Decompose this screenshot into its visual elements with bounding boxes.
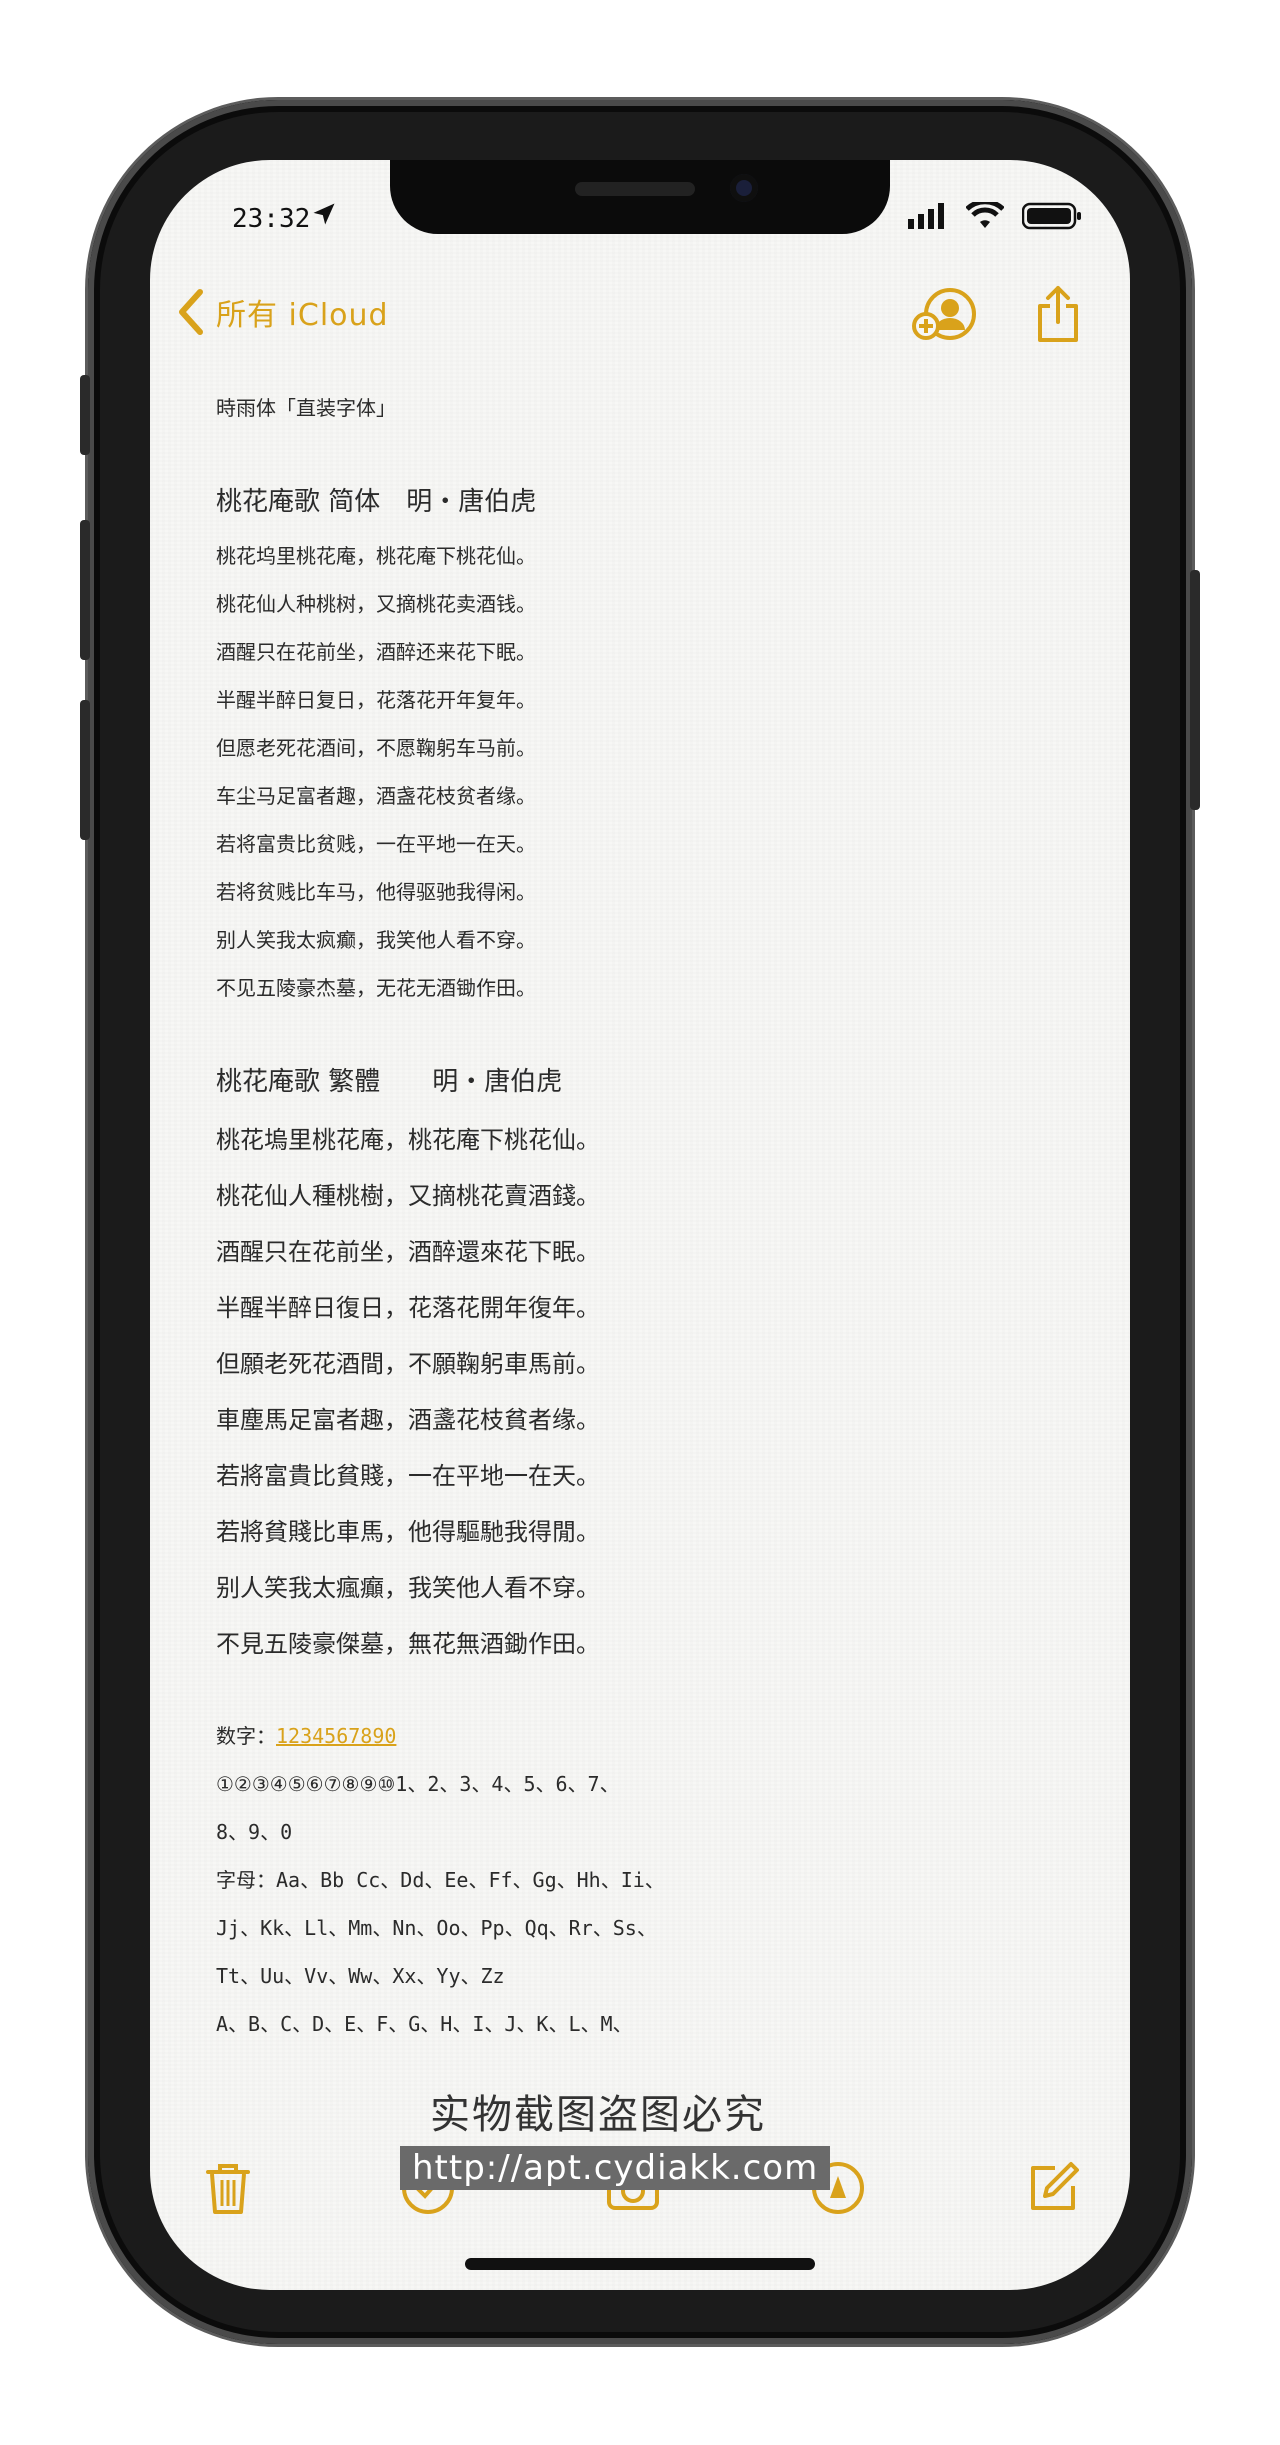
side-button-volume-up xyxy=(80,520,90,660)
digits-line-continued: 8、9、0 xyxy=(216,1820,293,1844)
side-button-mute xyxy=(80,375,90,455)
speaker xyxy=(575,182,695,196)
watermark-url: http://apt.cydiakk.com xyxy=(400,2146,831,2190)
simplified-poem: 桃花坞里桃花庵，桃花庵下桃花仙。 桃花仙人种桃树，又摘桃花卖酒钱。 酒醒只在花前… xyxy=(216,532,1076,1012)
letters-line: A、B、C、D、E、F、G、H、I、J、K、L、M、 xyxy=(216,2012,633,2036)
digits-link[interactable]: 1234567890 xyxy=(276,1724,396,1748)
poem-line: 桃花坞里桃花庵，桃花庵下桃花仙。 xyxy=(216,544,536,568)
location-arrow-icon xyxy=(313,203,335,225)
traditional-poem: 桃花塢里桃花庵，桃花庵下桃花仙。 桃花仙人種桃樹，又摘桃花賣酒錢。 酒醒只在花前… xyxy=(216,1112,1076,1672)
side-button-volume-down xyxy=(80,700,90,840)
poem-line: 車塵馬足富者趣，酒盞花枝貧者缘。 xyxy=(216,1406,600,1434)
letters-line: Tt、Uu、Vv、Ww、Xx、Yy、Zz xyxy=(216,1964,505,1988)
trash-icon[interactable] xyxy=(200,2160,256,2216)
note-body[interactable]: 時雨体「直装字体」 桃花庵歌 简体 明・唐伯虎 桃花坞里桃花庵，桃花庵下桃花仙。… xyxy=(216,384,1076,2048)
font-name-line: 時雨体「直装字体」 xyxy=(216,396,396,420)
poem-line: 不见五陵豪杰墓，无花无酒锄作田。 xyxy=(216,976,536,1000)
poem-line: 酒醒只在花前坐，酒醉還來花下眠。 xyxy=(216,1238,600,1266)
compose-icon[interactable] xyxy=(1025,2160,1081,2216)
screen: 23:32 所有 iCloud 時雨体「直装字体」 桃花庵歌 简体 明・唐伯虎 … xyxy=(150,160,1130,2290)
simplified-title: 桃花庵歌 简体 明・唐伯虎 xyxy=(216,487,537,517)
poem-line: 若將貧賤比車馬，他得驅馳我得閒。 xyxy=(216,1518,600,1546)
poem-line: 若将贫贱比车马，他得驱驰我得闲。 xyxy=(216,880,536,904)
digits-line: 数字：1234567890 xyxy=(216,1712,1076,1760)
wifi-icon xyxy=(966,202,1004,228)
poem-line: 桃花仙人种桃树，又摘桃花卖酒钱。 xyxy=(216,592,536,616)
poem-line: 别人笑我太疯癫，我笑他人看不穿。 xyxy=(216,928,536,952)
add-person-icon[interactable] xyxy=(912,284,978,344)
watermark-text: 实物截图盗图必究 xyxy=(430,2092,766,2138)
cellular-signal-icon xyxy=(908,203,944,229)
poem-line: 半醒半醉日复日，花落花开年复年。 xyxy=(216,688,536,712)
side-button-power xyxy=(1190,570,1200,810)
poem-line: 桃花仙人種桃樹，又摘桃花賣酒錢。 xyxy=(216,1182,600,1210)
status-time: 23:32 xyxy=(232,204,311,234)
battery-icon xyxy=(1022,202,1081,230)
back-label: 所有 iCloud xyxy=(216,298,389,333)
poem-line: 但愿老死花酒间，不愿鞠躬车马前。 xyxy=(216,736,536,760)
letters-line: Jj、Kk、Ll、Mm、Nn、Oo、Pp、Qq、Rr、Ss、 xyxy=(216,1916,657,1940)
poem-line: 车尘马足富者趣，酒盏花枝贫者缘。 xyxy=(216,784,536,808)
home-indicator[interactable] xyxy=(465,2258,815,2270)
letters-line: 字母：Aa、Bb Cc、Dd、Ee、Ff、Gg、Hh、Ii、 xyxy=(216,1868,665,1892)
share-icon[interactable] xyxy=(1034,284,1082,344)
poem-line: 别人笑我太瘋癲，我笑他人看不穿。 xyxy=(216,1574,600,1602)
digits-circled-line: ①②③④⑤⑥⑦⑧⑨⑩1、2、3、4、5、6、7、 xyxy=(216,1772,620,1796)
digits-label: 数字： xyxy=(216,1724,276,1748)
poem-line: 但願老死花酒間，不願鞠躬車馬前。 xyxy=(216,1350,600,1378)
status-indicators xyxy=(908,202,1082,230)
poem-line: 半醒半醉日復日，花落花開年復年。 xyxy=(216,1294,600,1322)
poem-line: 若将富贵比贫贱，一在平地一在天。 xyxy=(216,832,536,856)
poem-line: 酒醒只在花前坐，酒醉还来花下眠。 xyxy=(216,640,536,664)
back-button[interactable]: 所有 iCloud xyxy=(176,288,389,336)
poem-line: 桃花塢里桃花庵，桃花庵下桃花仙。 xyxy=(216,1126,600,1154)
poem-line: 不見五陵豪傑墓，無花無酒鋤作田。 xyxy=(216,1630,600,1658)
chevron-left-icon xyxy=(179,289,203,335)
poem-line: 若將富貴比貧賤，一在平地一在天。 xyxy=(216,1462,600,1490)
traditional-title: 桃花庵歌 繁體 明・唐伯虎 xyxy=(216,1067,563,1097)
front-camera xyxy=(730,174,758,202)
notch xyxy=(390,160,890,234)
